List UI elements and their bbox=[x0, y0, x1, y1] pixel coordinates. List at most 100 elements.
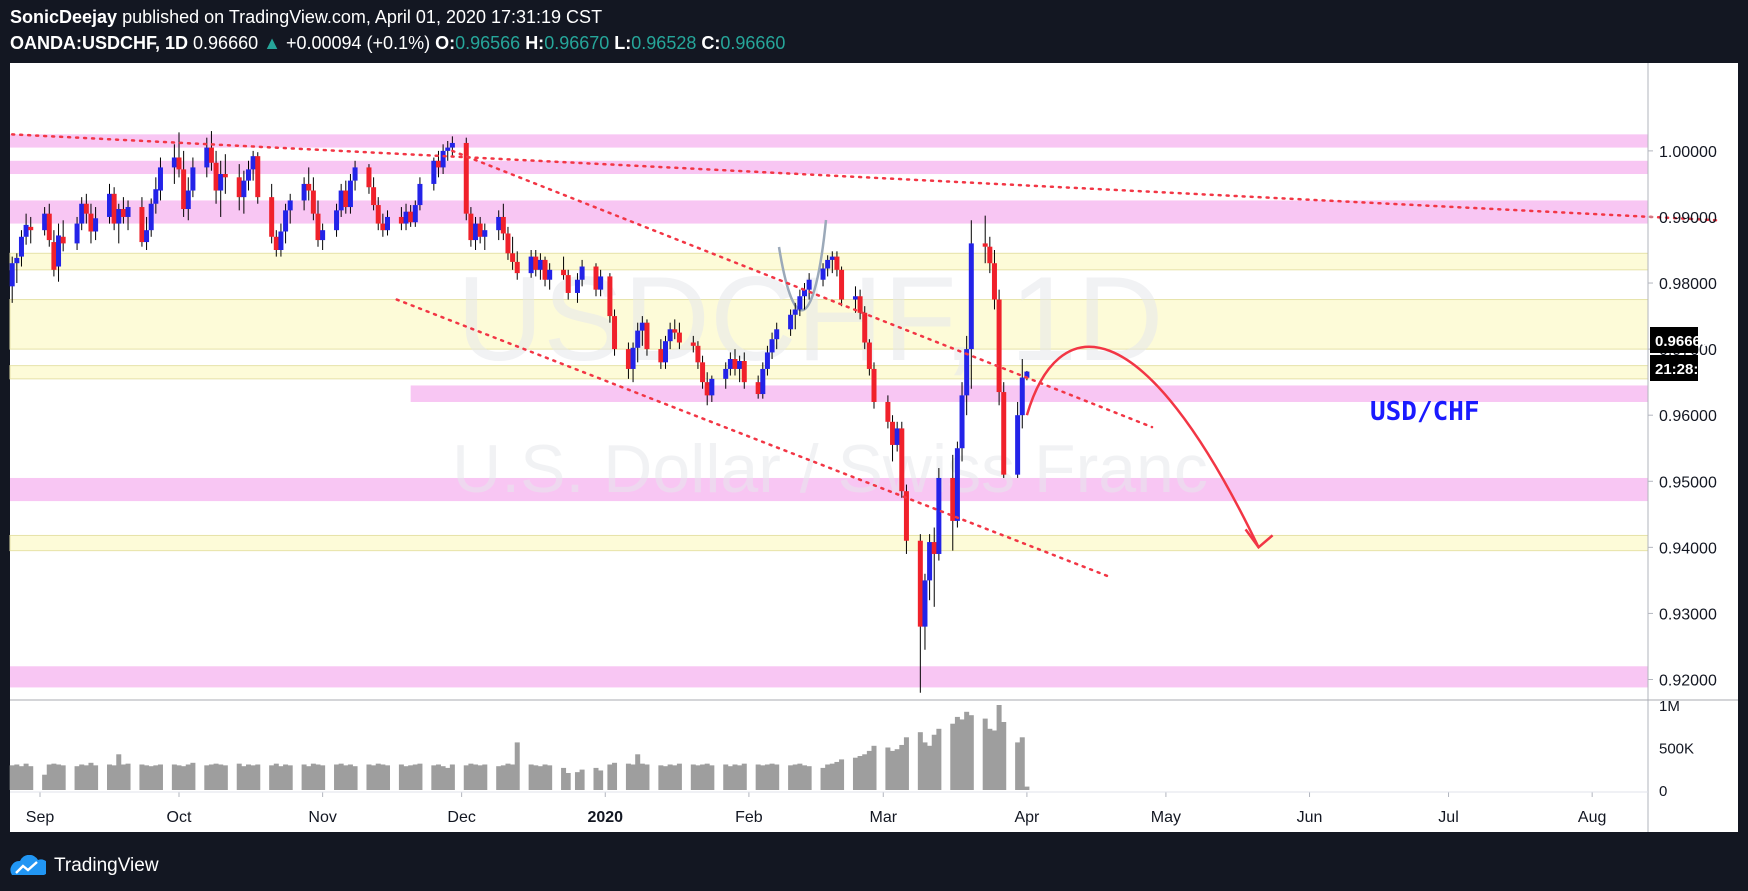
volume-bar bbox=[236, 763, 242, 790]
usdchf-label: USD/CHF bbox=[1370, 397, 1480, 427]
candle-body bbox=[440, 150, 446, 168]
candle-body bbox=[797, 296, 803, 310]
volume-bar bbox=[885, 747, 891, 790]
candle-body bbox=[903, 491, 909, 541]
candle-body bbox=[510, 253, 516, 262]
x-tick-label: Nov bbox=[308, 809, 336, 826]
candle-body bbox=[241, 180, 247, 198]
candle-body bbox=[704, 382, 710, 396]
chart-area[interactable]: USDCHF, 1D U.S. Dollar / Swiss Franc USD… bbox=[0, 0, 1748, 851]
candle-body bbox=[1001, 392, 1007, 475]
volume-bar bbox=[306, 766, 312, 790]
volume-bar bbox=[676, 763, 682, 790]
candle-body bbox=[806, 279, 812, 290]
candle-body bbox=[547, 269, 553, 280]
volume-bar bbox=[116, 754, 122, 790]
candle-body bbox=[579, 266, 585, 280]
volume-bar bbox=[287, 765, 293, 790]
volume-bar bbox=[107, 764, 112, 790]
candle-body bbox=[273, 236, 279, 250]
y-tick-label: 0.95000 bbox=[1659, 474, 1717, 491]
candle-body bbox=[435, 160, 441, 168]
volume-bar bbox=[755, 764, 761, 790]
resistance-zone bbox=[10, 666, 1648, 688]
volume-bar bbox=[88, 762, 94, 790]
y-tick-label: 0.92000 bbox=[1659, 672, 1717, 689]
candle-body bbox=[514, 261, 520, 274]
candle-body bbox=[537, 259, 543, 270]
candle-body bbox=[315, 213, 321, 241]
candle bbox=[1001, 382, 1007, 478]
volume-bar bbox=[625, 763, 631, 790]
candle-body bbox=[760, 368, 766, 395]
volume-bar bbox=[477, 765, 483, 790]
candle-body bbox=[667, 329, 673, 342]
candle-body bbox=[987, 246, 993, 264]
volume-bar bbox=[1024, 786, 1030, 790]
candle-body bbox=[93, 218, 99, 232]
volume-bar bbox=[987, 728, 993, 790]
volume-bar bbox=[561, 767, 567, 790]
y-tick-label: 0.98000 bbox=[1659, 276, 1717, 293]
volume-bar bbox=[829, 763, 835, 790]
candle-body bbox=[380, 223, 386, 231]
volume-bar bbox=[496, 766, 502, 790]
volume-bar bbox=[380, 764, 386, 790]
candle-body bbox=[954, 448, 960, 521]
volume-bar bbox=[42, 774, 48, 790]
volume-bar bbox=[806, 766, 812, 790]
candle-body bbox=[269, 197, 275, 237]
volume-bar bbox=[727, 766, 733, 790]
candle-body bbox=[834, 256, 840, 270]
volume-bar bbox=[482, 764, 488, 790]
x-tick-label: Jun bbox=[1297, 809, 1323, 826]
candle-body bbox=[625, 349, 631, 369]
tradingview-brand[interactable]: TradingView bbox=[54, 855, 159, 877]
volume-bar bbox=[607, 764, 613, 790]
candle-body bbox=[375, 205, 381, 224]
volume-bar bbox=[764, 764, 770, 790]
volume-bar bbox=[213, 763, 219, 790]
volume-bar bbox=[723, 764, 729, 790]
candle-body bbox=[171, 157, 177, 168]
candle-body bbox=[213, 162, 219, 191]
candle-body bbox=[500, 216, 506, 234]
candle-body bbox=[468, 213, 474, 241]
volume-bar bbox=[93, 765, 99, 790]
volume-bar bbox=[593, 767, 599, 790]
candle-body bbox=[996, 299, 1002, 393]
candle-body bbox=[125, 207, 131, 217]
volume-bar bbox=[574, 772, 580, 790]
volume-bar bbox=[903, 737, 909, 790]
volume-bar bbox=[440, 766, 446, 790]
volume-bar bbox=[871, 745, 877, 790]
volume-bar bbox=[741, 763, 747, 790]
volume-bar bbox=[732, 764, 738, 790]
y-tick-label: 0.93000 bbox=[1659, 606, 1717, 623]
candle-body bbox=[23, 224, 29, 237]
volume-bar bbox=[644, 764, 650, 790]
candle-body bbox=[385, 216, 390, 231]
volume-bar bbox=[157, 764, 163, 790]
candle-body bbox=[639, 322, 645, 331]
candle-body bbox=[334, 210, 340, 231]
volume-bar bbox=[250, 765, 256, 790]
candle-body bbox=[630, 347, 636, 369]
volume-bar bbox=[74, 766, 80, 790]
candle-body bbox=[120, 209, 126, 217]
candle-body bbox=[181, 169, 187, 210]
volume-bar bbox=[366, 764, 372, 790]
candle-body bbox=[825, 259, 831, 269]
candle-body bbox=[236, 177, 242, 198]
candle-body bbox=[565, 275, 571, 293]
volume-bar bbox=[301, 764, 307, 790]
candle-body bbox=[83, 203, 89, 214]
volume-bar bbox=[283, 764, 289, 790]
candle-body bbox=[283, 210, 289, 232]
volume-bar bbox=[931, 734, 937, 790]
volume-bar bbox=[968, 715, 974, 790]
volume-bar bbox=[315, 764, 321, 790]
volume-bar bbox=[834, 761, 840, 790]
volume-bar bbox=[954, 716, 960, 790]
candle-body bbox=[306, 183, 312, 191]
